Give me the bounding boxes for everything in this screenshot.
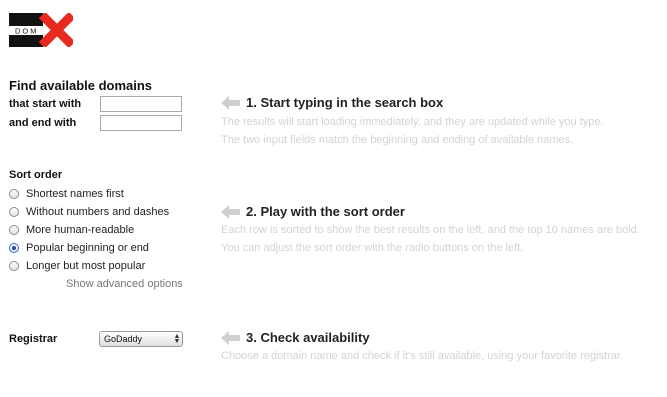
- left-arrow-icon: [221, 95, 240, 110]
- starts-with-label: that start with: [9, 98, 82, 110]
- step-2-desc-2: You can adjust the sort order with the r…: [221, 242, 524, 254]
- registrar-label: Registrar: [9, 333, 58, 345]
- sort-option-no-numbers[interactable]: Without numbers and dashes: [9, 204, 169, 220]
- registrar-select[interactable]: GoDaddy ▲ ▼: [99, 331, 183, 347]
- ends-with-label: and end with: [9, 117, 77, 129]
- sort-order-heading: Sort order: [9, 169, 63, 181]
- step-1-desc-1: The results will start loading immediate…: [221, 116, 604, 128]
- registrar-selected-value: GoDaddy: [104, 334, 143, 344]
- radio-button-selected[interactable]: [9, 243, 19, 253]
- sort-option-human-readable[interactable]: More human-readable: [9, 222, 134, 238]
- radio-button[interactable]: [9, 207, 19, 217]
- radio-button[interactable]: [9, 189, 19, 199]
- step-2: 2. Play with the sort order: [221, 204, 405, 219]
- step-2-desc-1: Each row is sorted to show the best resu…: [221, 224, 640, 236]
- step-3-title: 3. Check availability: [246, 330, 370, 345]
- sort-option-popular[interactable]: Popular beginning or end: [9, 240, 149, 256]
- sort-option-label: Popular beginning or end: [26, 242, 149, 254]
- step-1-title: 1. Start typing in the search box: [246, 95, 444, 110]
- radio-dot-icon: [12, 246, 16, 250]
- sort-option-label: Without numbers and dashes: [26, 206, 170, 218]
- updown-arrows-icon: ▲ ▼: [173, 333, 181, 345]
- logo-text-dom: DOM: [15, 27, 39, 36]
- step-3: 3. Check availability: [221, 330, 370, 345]
- domnx-logo[interactable]: DOM: [9, 13, 73, 47]
- sort-option-longer-popular[interactable]: Longer but most popular: [9, 258, 145, 274]
- logo-x-icon: [38, 13, 73, 47]
- radio-button[interactable]: [9, 261, 19, 271]
- left-arrow-icon: [221, 330, 240, 345]
- sort-option-label: Longer but most popular: [26, 260, 146, 272]
- step-2-title: 2. Play with the sort order: [246, 204, 405, 219]
- ends-with-input[interactable]: [100, 115, 182, 131]
- find-domains-heading: Find available domains: [9, 78, 153, 93]
- radio-button[interactable]: [9, 225, 19, 235]
- sort-option-label: Shortest names first: [26, 188, 124, 200]
- left-arrow-icon: [221, 204, 240, 219]
- step-3-desc-1: Choose a domain name and check if it's s…: [221, 350, 623, 362]
- step-1: 1. Start typing in the search box: [221, 95, 443, 110]
- sort-option-label: More human-readable: [26, 224, 135, 236]
- show-advanced-options-link[interactable]: Show advanced options: [66, 278, 183, 290]
- step-1-desc-2: The two input fields match the beginning…: [221, 134, 574, 146]
- starts-with-input[interactable]: [100, 96, 182, 112]
- sort-option-shortest[interactable]: Shortest names first: [9, 186, 124, 202]
